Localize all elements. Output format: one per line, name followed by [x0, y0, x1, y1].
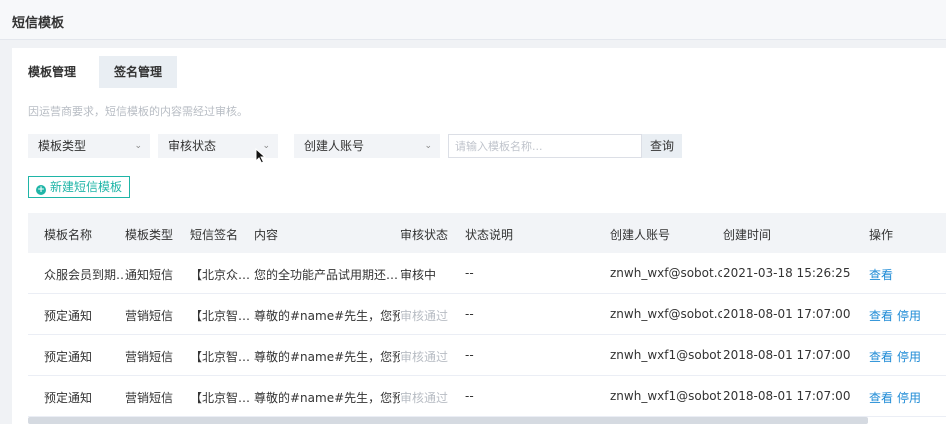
- cell-status-note: --: [465, 307, 474, 321]
- cell-status: 审核通过: [400, 350, 449, 364]
- cell-created-time: 2018-08-01 17:07:00: [723, 348, 851, 362]
- view-link[interactable]: 查看: [869, 389, 893, 406]
- tab-template-management[interactable]: 模板管理: [12, 56, 92, 88]
- content-card: 模板管理 签名管理 因运营商要求，短信模板的内容需经过审核。 模板类型 ⌄ 审核…: [12, 48, 946, 424]
- cell-signature: 【北京众…: [190, 268, 250, 282]
- view-link[interactable]: 查看: [869, 266, 893, 283]
- cell-name: 预定通知: [44, 350, 93, 364]
- view-link[interactable]: 查看: [869, 348, 893, 365]
- cell-type: 营销短信: [125, 309, 174, 323]
- table-row: 预定通知 营销短信 【北京智… 尊敬的#name#先生，您预… 审核通过 -- …: [28, 294, 946, 335]
- chevron-down-icon: ⌄: [424, 141, 432, 151]
- cell-creator: znwh_wxf1@sobot.…: [610, 348, 722, 362]
- cell-status-note: --: [465, 266, 474, 280]
- tab-bar: 模板管理 签名管理: [12, 56, 946, 88]
- view-link[interactable]: 查看: [869, 307, 893, 324]
- col-header-creator: 创建人账号: [610, 228, 671, 242]
- col-header-status-note: 状态说明: [465, 228, 514, 242]
- cell-name: 预定通知: [44, 309, 93, 323]
- col-header-content: 内容: [254, 228, 279, 242]
- cell-signature: 【北京智…: [190, 309, 250, 323]
- cell-content: 尊敬的#name#先生，您预…: [254, 309, 400, 323]
- col-header-status: 审核状态: [400, 228, 449, 242]
- page-title: 短信模板: [12, 16, 65, 31]
- cell-name: 预定通知: [44, 391, 93, 405]
- query-button[interactable]: 查询: [642, 134, 682, 158]
- cell-created-time: 2018-08-01 17:07:00: [723, 307, 851, 321]
- review-notice: 因运营商要求，短信模板的内容需经过审核。: [28, 105, 248, 118]
- cell-signature: 【北京智…: [190, 350, 250, 364]
- col-header-signature: 短信签名: [190, 228, 239, 242]
- template-type-label: 模板类型: [38, 139, 87, 153]
- cell-status-note: --: [465, 389, 474, 403]
- col-header-created-time: 创建时间: [723, 228, 772, 242]
- col-header-type: 模板类型: [125, 228, 174, 242]
- cell-status: 审核通过: [400, 309, 449, 323]
- col-header-actions: 操作: [869, 228, 894, 242]
- cell-creator: znwh_wxf@sobot.c…: [610, 266, 722, 280]
- new-sms-template-button[interactable]: + 新建短信模板: [28, 176, 130, 198]
- page-header: 短信模板: [0, 0, 946, 40]
- cell-creator: znwh_wxf1@sobot.…: [610, 389, 722, 403]
- chevron-down-icon: ⌄: [134, 141, 142, 151]
- disable-link[interactable]: 停用: [897, 389, 927, 406]
- template-type-select[interactable]: 模板类型 ⌄: [28, 134, 150, 158]
- cell-content: 尊敬的#name#先生，您预…: [254, 350, 400, 364]
- cell-type: 营销短信: [125, 391, 174, 405]
- cell-signature: 【北京智…: [190, 391, 250, 405]
- table-row: 众服会员到期… 通知短信 【北京众… 您的全功能产品试用期还… 审核中 -- z…: [28, 253, 946, 294]
- plus-circle-icon: +: [36, 185, 46, 195]
- cell-status-note: --: [465, 348, 474, 362]
- col-header-name: 模板名称: [44, 228, 93, 242]
- cell-created-time: 2018-08-01 17:07:00: [723, 389, 851, 403]
- table-row: 预定通知 营销短信 【北京智… 尊敬的#name#先生，您预… 审核通过 -- …: [28, 335, 946, 376]
- creator-account-label: 创建人账号: [304, 139, 365, 153]
- table-header: 模板名称 模板类型 短信签名 内容 审核状态 状态说明 创建人账号 创建时间 操…: [28, 213, 946, 253]
- cell-created-time: 2021-03-18 15:26:25: [723, 266, 851, 280]
- cell-type: 通知短信: [125, 268, 174, 282]
- disable-link[interactable]: 停用: [897, 348, 927, 365]
- new-sms-template-label: 新建短信模板: [50, 180, 123, 194]
- disable-link[interactable]: 停用: [897, 307, 927, 324]
- template-name-search-input[interactable]: [448, 134, 642, 158]
- cell-content: 尊敬的#name#先生，您预…: [254, 391, 400, 405]
- table-row: 预定通知 营销短信 【北京智… 尊敬的#name#先生，您预… 审核通过 -- …: [28, 376, 946, 417]
- mouse-cursor-icon: [255, 148, 267, 164]
- cell-content: 您的全功能产品试用期还…: [254, 268, 399, 282]
- creator-account-select[interactable]: 创建人账号 ⌄: [294, 134, 440, 158]
- horizontal-scrollbar[interactable]: [28, 417, 868, 424]
- review-status-label: 审核状态: [168, 139, 217, 153]
- tab-signature-management[interactable]: 签名管理: [99, 56, 177, 88]
- cell-type: 营销短信: [125, 350, 174, 364]
- cell-name: 众服会员到期…: [44, 268, 124, 282]
- cell-creator: znwh_wxf@sobot.c…: [610, 307, 722, 321]
- cell-status: 审核中: [400, 268, 437, 282]
- cell-status: 审核通过: [400, 391, 449, 405]
